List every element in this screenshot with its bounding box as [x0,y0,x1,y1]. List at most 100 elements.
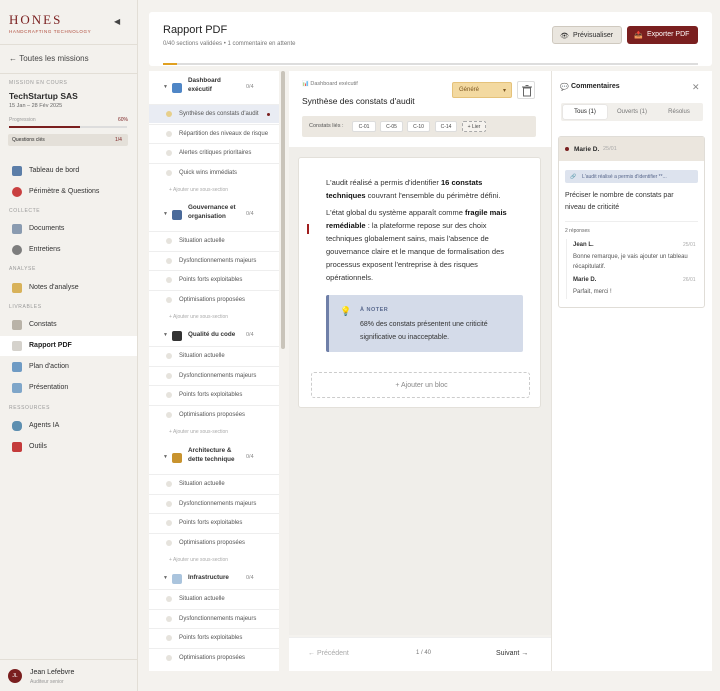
reply-date: 25/01 [683,242,696,248]
nav-perimetre-questions[interactable]: Périmètre & Questions [0,182,137,202]
chevron-down-icon[interactable]: ▼ [163,84,168,90]
outline-section-title: Qualité du code [188,331,236,338]
outline-subsection[interactable]: Optimisations proposées [149,404,279,424]
status-dot-icon [166,277,172,283]
link-icon: 🔗 [570,173,577,180]
outline-subsection[interactable]: Situation actuelle [149,231,279,250]
key-questions-box[interactable]: Questions clés 1/4 [8,134,128,146]
nav-rapport-pdf[interactable]: Rapport PDF [0,336,137,356]
delete-section-button[interactable] [517,81,535,99]
tab-all[interactable]: Tous (1) [563,105,607,119]
chevron-down-icon[interactable]: ▼ [163,575,168,581]
chevron-down-icon[interactable]: ▼ [163,332,168,338]
status-dot-icon [166,520,172,526]
reply-author: Jean L. [573,242,594,248]
pdf-icon [12,341,22,351]
export-icon: 📤 [634,32,643,39]
people-icon [172,210,182,220]
status-dot-icon [166,539,172,546]
linked-chip-c01[interactable]: C-01 [352,121,376,132]
close-icon[interactable]: ✕ [692,82,700,93]
nav-outils[interactable]: Outils [0,437,137,457]
outline-subsection[interactable]: Situation actuelle [149,346,279,365]
export-pdf-button[interactable]: 📤 Exporter PDF [627,26,698,44]
paragraph-2[interactable]: L'état global du système apparaît comme … [326,206,516,284]
outline-subsection[interactable]: Situation actuelle [149,589,279,608]
add-block-button[interactable]: + Ajouter un bloc [311,372,530,398]
outline-subsection[interactable]: Alertes critiques prioritaires [149,143,279,162]
nav-agents-ia[interactable]: Agents IA [0,416,137,436]
reply-thread-line [566,239,567,299]
nav-constats[interactable]: Constats [0,315,137,335]
outline-subsection[interactable]: Dysfonctionnements majeurs [149,250,279,270]
outline-subsection[interactable]: Points forts exploitables [149,628,279,647]
comment-quote[interactable]: 🔗 L'audit réalisé a permis d'identifier … [565,170,698,183]
comment-date: 25/01 [603,146,617,152]
tab-open[interactable]: Ouverts (1) [609,105,655,119]
linked-chip-c14[interactable]: C-14 [435,121,457,132]
section-ressources: RESSOURCES [9,405,51,411]
collapse-sidebar-icon[interactable]: ◀ [114,17,120,26]
breadcrumb: 📊 Dashboard exécutif [302,81,358,87]
preview-button[interactable]: 👁 Prévisualiser [552,26,622,44]
add-subsection-button[interactable]: + Ajouter une sous-section [169,187,228,193]
outline-subsection[interactable]: Dysfonctionnements majeurs [149,608,279,628]
mission-dates: 15 Jan – 28 Fév 2025 [9,103,63,109]
tab-resolved[interactable]: Résolus [657,105,701,119]
nav-notes-analyse[interactable]: Notes d'analyse [0,278,137,298]
brand-logo: HONES [9,12,63,27]
outline-subsection[interactable]: Optimisations proposées [149,289,279,309]
add-subsection-button[interactable]: + Ajouter une sous-section [169,314,228,320]
outline-subsection[interactable]: Optimisations proposées [149,532,279,552]
outline-subsection[interactable]: Situation actuelle [149,474,279,493]
next-button[interactable]: Suivant → [496,650,528,657]
divider [0,73,137,74]
outline-section[interactable]: ▼ Gouvernance et organisation 0/4 [149,198,279,230]
laptop-icon [172,331,182,341]
comment-marker[interactable] [307,224,309,234]
outline-subsection[interactable]: Dysfonctionnements majeurs [149,365,279,385]
outline-section[interactable]: ▼ Qualité du code 0/4 [149,325,279,345]
nav-presentation[interactable]: Présentation [0,378,137,398]
microphone-icon [12,245,22,255]
map-icon [12,362,22,372]
previous-button[interactable]: ← Précédent [308,650,349,657]
page-indicator: 1 / 40 [416,650,432,656]
nav-plan-action[interactable]: Plan d'action [0,357,137,377]
outline-subsection[interactable]: Points forts exploitables [149,270,279,289]
outline-subsection[interactable]: Quick wins immédiats [149,162,279,182]
outline-subsection[interactable]: Dysfonctionnements majeurs [149,493,279,513]
link-finding-button[interactable]: + Lier [462,121,486,132]
nav-documents[interactable]: Documents [0,219,137,239]
chevron-down-icon[interactable]: ▼ [163,211,168,217]
progress-value: 60% [118,117,129,123]
nav-tableau-de-bord[interactable]: Tableau de bord [0,161,137,181]
status-dot-icon [166,596,172,602]
outline-scrollbar[interactable] [281,71,285,349]
comment-author: Marie D. [574,146,600,153]
outline-section[interactable]: ▼ Infrastructure 0/4 [149,568,279,588]
status-dot-icon [166,169,172,176]
add-subsection-button[interactable]: + Ajouter une sous-section [169,557,228,563]
linked-chip-c05[interactable]: C-05 [380,121,403,132]
linked-chip-c10[interactable]: C-10 [407,121,430,132]
add-subsection-button[interactable]: + Ajouter une sous-section [169,429,228,435]
outline-subsection[interactable]: Optimisations proposées [149,647,279,667]
progress-fill [9,126,80,128]
status-dot-icon [166,500,172,507]
outline-subsection[interactable]: Points forts exploitables [149,513,279,532]
arrow-left-icon: ← [9,54,20,63]
outline-section[interactable]: ▼ Architecture & dette technique 0/4 [149,441,279,473]
reply-text: Bonne remarque, je vais ajouter un table… [573,254,688,270]
outline-subsection[interactable]: Points forts exploitables [149,385,279,404]
outline-section[interactable]: ▼ Dashboard exécutif 0/4 [149,71,279,103]
mission-name: TechStartup SAS [9,91,78,101]
chevron-down-icon[interactable]: ▼ [163,454,168,460]
status-dot-icon [166,257,172,264]
outline-subsection[interactable]: Répartition des niveaux de risque [149,123,279,143]
paragraph-1[interactable]: L'audit réalisé a permis d'identifier 16… [326,176,516,202]
nav-entretiens[interactable]: Entretiens [0,240,137,260]
status-select[interactable]: Généré ▾ [452,82,512,98]
back-to-missions-link[interactable]: ← Toutes les missions [9,54,89,63]
outline-subsection[interactable]: Synthèse des constats d'audit [149,104,279,123]
